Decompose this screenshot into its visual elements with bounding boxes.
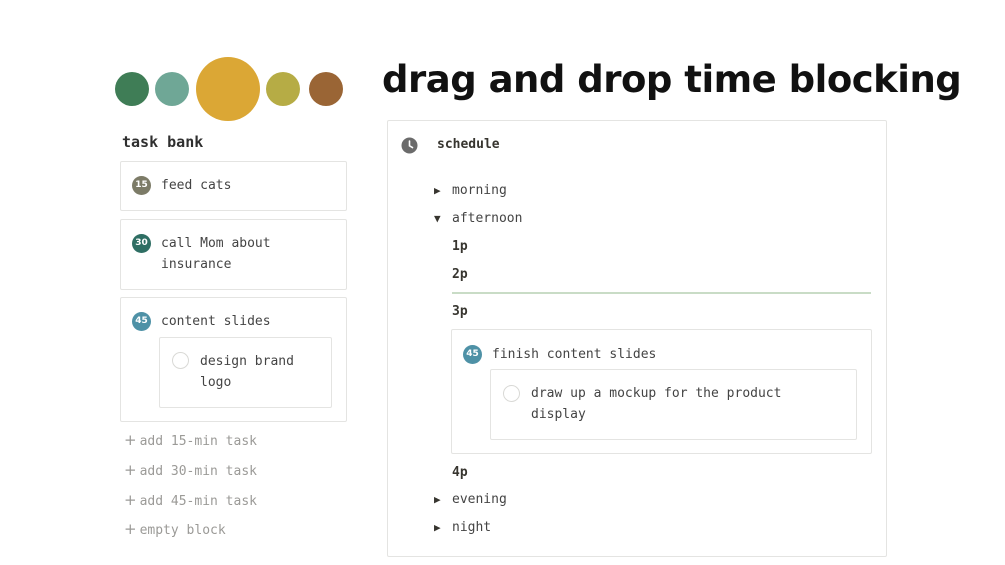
add-15-min-button[interactable]: + add 15-min task: [124, 431, 257, 449]
task-label: call Mom about insurance: [161, 236, 271, 272]
hour-2p: 2p: [452, 267, 468, 282]
hour-4p: 4p: [452, 465, 468, 480]
clock-icon: [401, 137, 418, 154]
subtask-checkbox[interactable]: [503, 385, 520, 402]
add-label: add 15-min task: [139, 434, 257, 449]
badge-15: 15: [132, 176, 151, 195]
toggle-morning[interactable]: ▶ morning: [434, 183, 507, 198]
caret-right-icon: ▶: [434, 493, 441, 506]
palette-dot-1: [115, 72, 149, 106]
task-label: content slides: [161, 314, 271, 329]
palette-dot-4: [266, 72, 300, 106]
hour-1p: 1p: [452, 239, 468, 254]
badge-45: 45: [463, 345, 482, 364]
toggle-evening[interactable]: ▶ evening: [434, 492, 507, 507]
task-bank-title: task bank: [122, 133, 204, 151]
caret-down-icon: ▼: [434, 212, 441, 225]
add-label: add 30-min task: [139, 464, 257, 479]
toggle-label: afternoon: [452, 211, 523, 226]
subtask-label: draw up a mockup for the product display: [531, 386, 782, 422]
page-title: drag and drop time blocking: [382, 58, 962, 101]
badge-30: 30: [132, 234, 151, 253]
plus-icon: +: [124, 461, 137, 479]
badge-45: 45: [132, 312, 151, 331]
add-30-min-button[interactable]: + add 30-min task: [124, 461, 257, 479]
add-label: add 45-min task: [139, 494, 257, 509]
task-label: feed cats: [161, 178, 232, 193]
block-label: finish content slides: [492, 347, 657, 362]
toggle-label: night: [452, 520, 492, 535]
drop-indicator: [452, 292, 871, 294]
schedule-title: schedule: [437, 137, 500, 152]
plus-icon: +: [124, 431, 137, 449]
toggle-night[interactable]: ▶ night: [434, 520, 491, 535]
subtask-checkbox[interactable]: [172, 352, 189, 369]
palette-dot-5: [309, 72, 343, 106]
plus-icon: +: [124, 491, 137, 509]
plus-icon: +: [124, 520, 137, 538]
palette-dots: [0, 0, 360, 130]
hour-3p: 3p: [452, 304, 468, 319]
empty-block-button[interactable]: + empty block: [124, 520, 226, 538]
caret-right-icon: ▶: [434, 521, 441, 534]
add-45-min-button[interactable]: + add 45-min task: [124, 491, 257, 509]
palette-dot-2: [155, 72, 189, 106]
toggle-afternoon[interactable]: ▼ afternoon: [434, 211, 522, 226]
toggle-label: morning: [452, 183, 507, 198]
add-label: empty block: [139, 523, 226, 538]
toggle-label: evening: [452, 492, 507, 507]
caret-right-icon: ▶: [434, 184, 441, 197]
palette-dot-3: [196, 57, 260, 121]
subtask-label: design brand logo: [200, 354, 294, 390]
